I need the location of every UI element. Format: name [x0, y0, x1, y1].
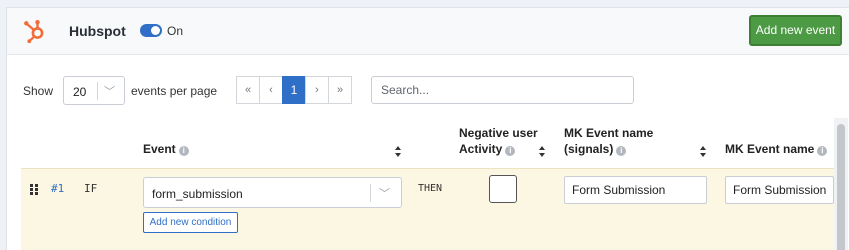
event-select-value: form_submission: [152, 187, 243, 201]
then-label: THEN: [418, 183, 443, 194]
column-label-mk-signals-line2: (signals): [564, 142, 614, 156]
per-page-value: 20: [73, 85, 87, 99]
column-label-negative-line1: Negative user: [459, 126, 538, 140]
panel-header: Hubspot On Add new event: [7, 8, 849, 55]
pagination: « ‹ 1 › »: [236, 76, 352, 104]
chevron-down-icon: ﹀: [379, 188, 390, 200]
select-separator: [370, 184, 371, 202]
scrollbar-thumb[interactable]: [837, 124, 845, 250]
column-header-mk-event-signals[interactable]: MK Event name (signals) i: [564, 125, 653, 157]
drag-handle-icon[interactable]: [30, 184, 39, 195]
pager-next-button[interactable]: ›: [305, 76, 329, 104]
show-label: Show: [23, 84, 54, 98]
integration-title: Hubspot: [69, 23, 126, 39]
column-label-event: Event: [143, 142, 176, 156]
column-header-negative-activity[interactable]: Negative user Activity i: [459, 125, 538, 157]
pager-prev-button[interactable]: ‹: [259, 76, 283, 104]
chevron-down-icon: ﹀: [104, 86, 115, 98]
events-per-page-label: events per page: [131, 84, 218, 98]
pager-page-1[interactable]: 1: [282, 76, 306, 104]
info-icon: i: [616, 146, 627, 156]
info-icon: i: [817, 146, 828, 156]
mk-event-signals-field[interactable]: Form Submission: [564, 176, 707, 204]
column-label-mk-name: MK Event name: [725, 142, 815, 156]
if-label: IF: [84, 182, 98, 195]
info-icon: i: [505, 146, 516, 156]
toggle-knob: [151, 26, 160, 35]
sort-icon[interactable]: [395, 146, 402, 157]
pager-last-button[interactable]: »: [328, 76, 352, 104]
row-number: #1: [51, 182, 65, 195]
hubspot-logo-icon: [24, 20, 44, 44]
toggle-label: On: [167, 24, 184, 38]
search-input[interactable]: [371, 76, 634, 104]
column-label-negative-line2: Activity: [459, 142, 503, 156]
add-new-event-button[interactable]: Add new event: [749, 15, 842, 46]
column-header-mk-event-name[interactable]: MK Event name i: [725, 141, 828, 157]
add-new-condition-button[interactable]: Add new condition: [143, 212, 238, 233]
sort-icon[interactable]: [539, 146, 546, 157]
table-controls: Show 20 ﹀ events per page « ‹ 1 › »: [7, 75, 849, 105]
info-icon: i: [178, 146, 189, 156]
column-label-mk-signals-line1: MK Event name: [564, 126, 654, 140]
mk-event-name-field[interactable]: Form Submission: [725, 176, 834, 204]
pager-first-button[interactable]: «: [236, 76, 260, 104]
event-select[interactable]: form_submission ﹀: [143, 177, 402, 208]
select-separator: [97, 82, 98, 100]
table-row: #1 IF form_submission ﹀ Add new conditio…: [21, 168, 834, 250]
sort-icon[interactable]: [700, 146, 707, 157]
column-header-event[interactable]: Event i: [143, 141, 189, 157]
negative-activity-checkbox[interactable]: [489, 175, 517, 203]
integration-toggle[interactable]: [140, 24, 162, 37]
hubspot-integration-panel: Hubspot On Add new event Show 20 ﹀ event…: [6, 7, 849, 250]
per-page-select[interactable]: 20 ﹀: [63, 76, 125, 105]
